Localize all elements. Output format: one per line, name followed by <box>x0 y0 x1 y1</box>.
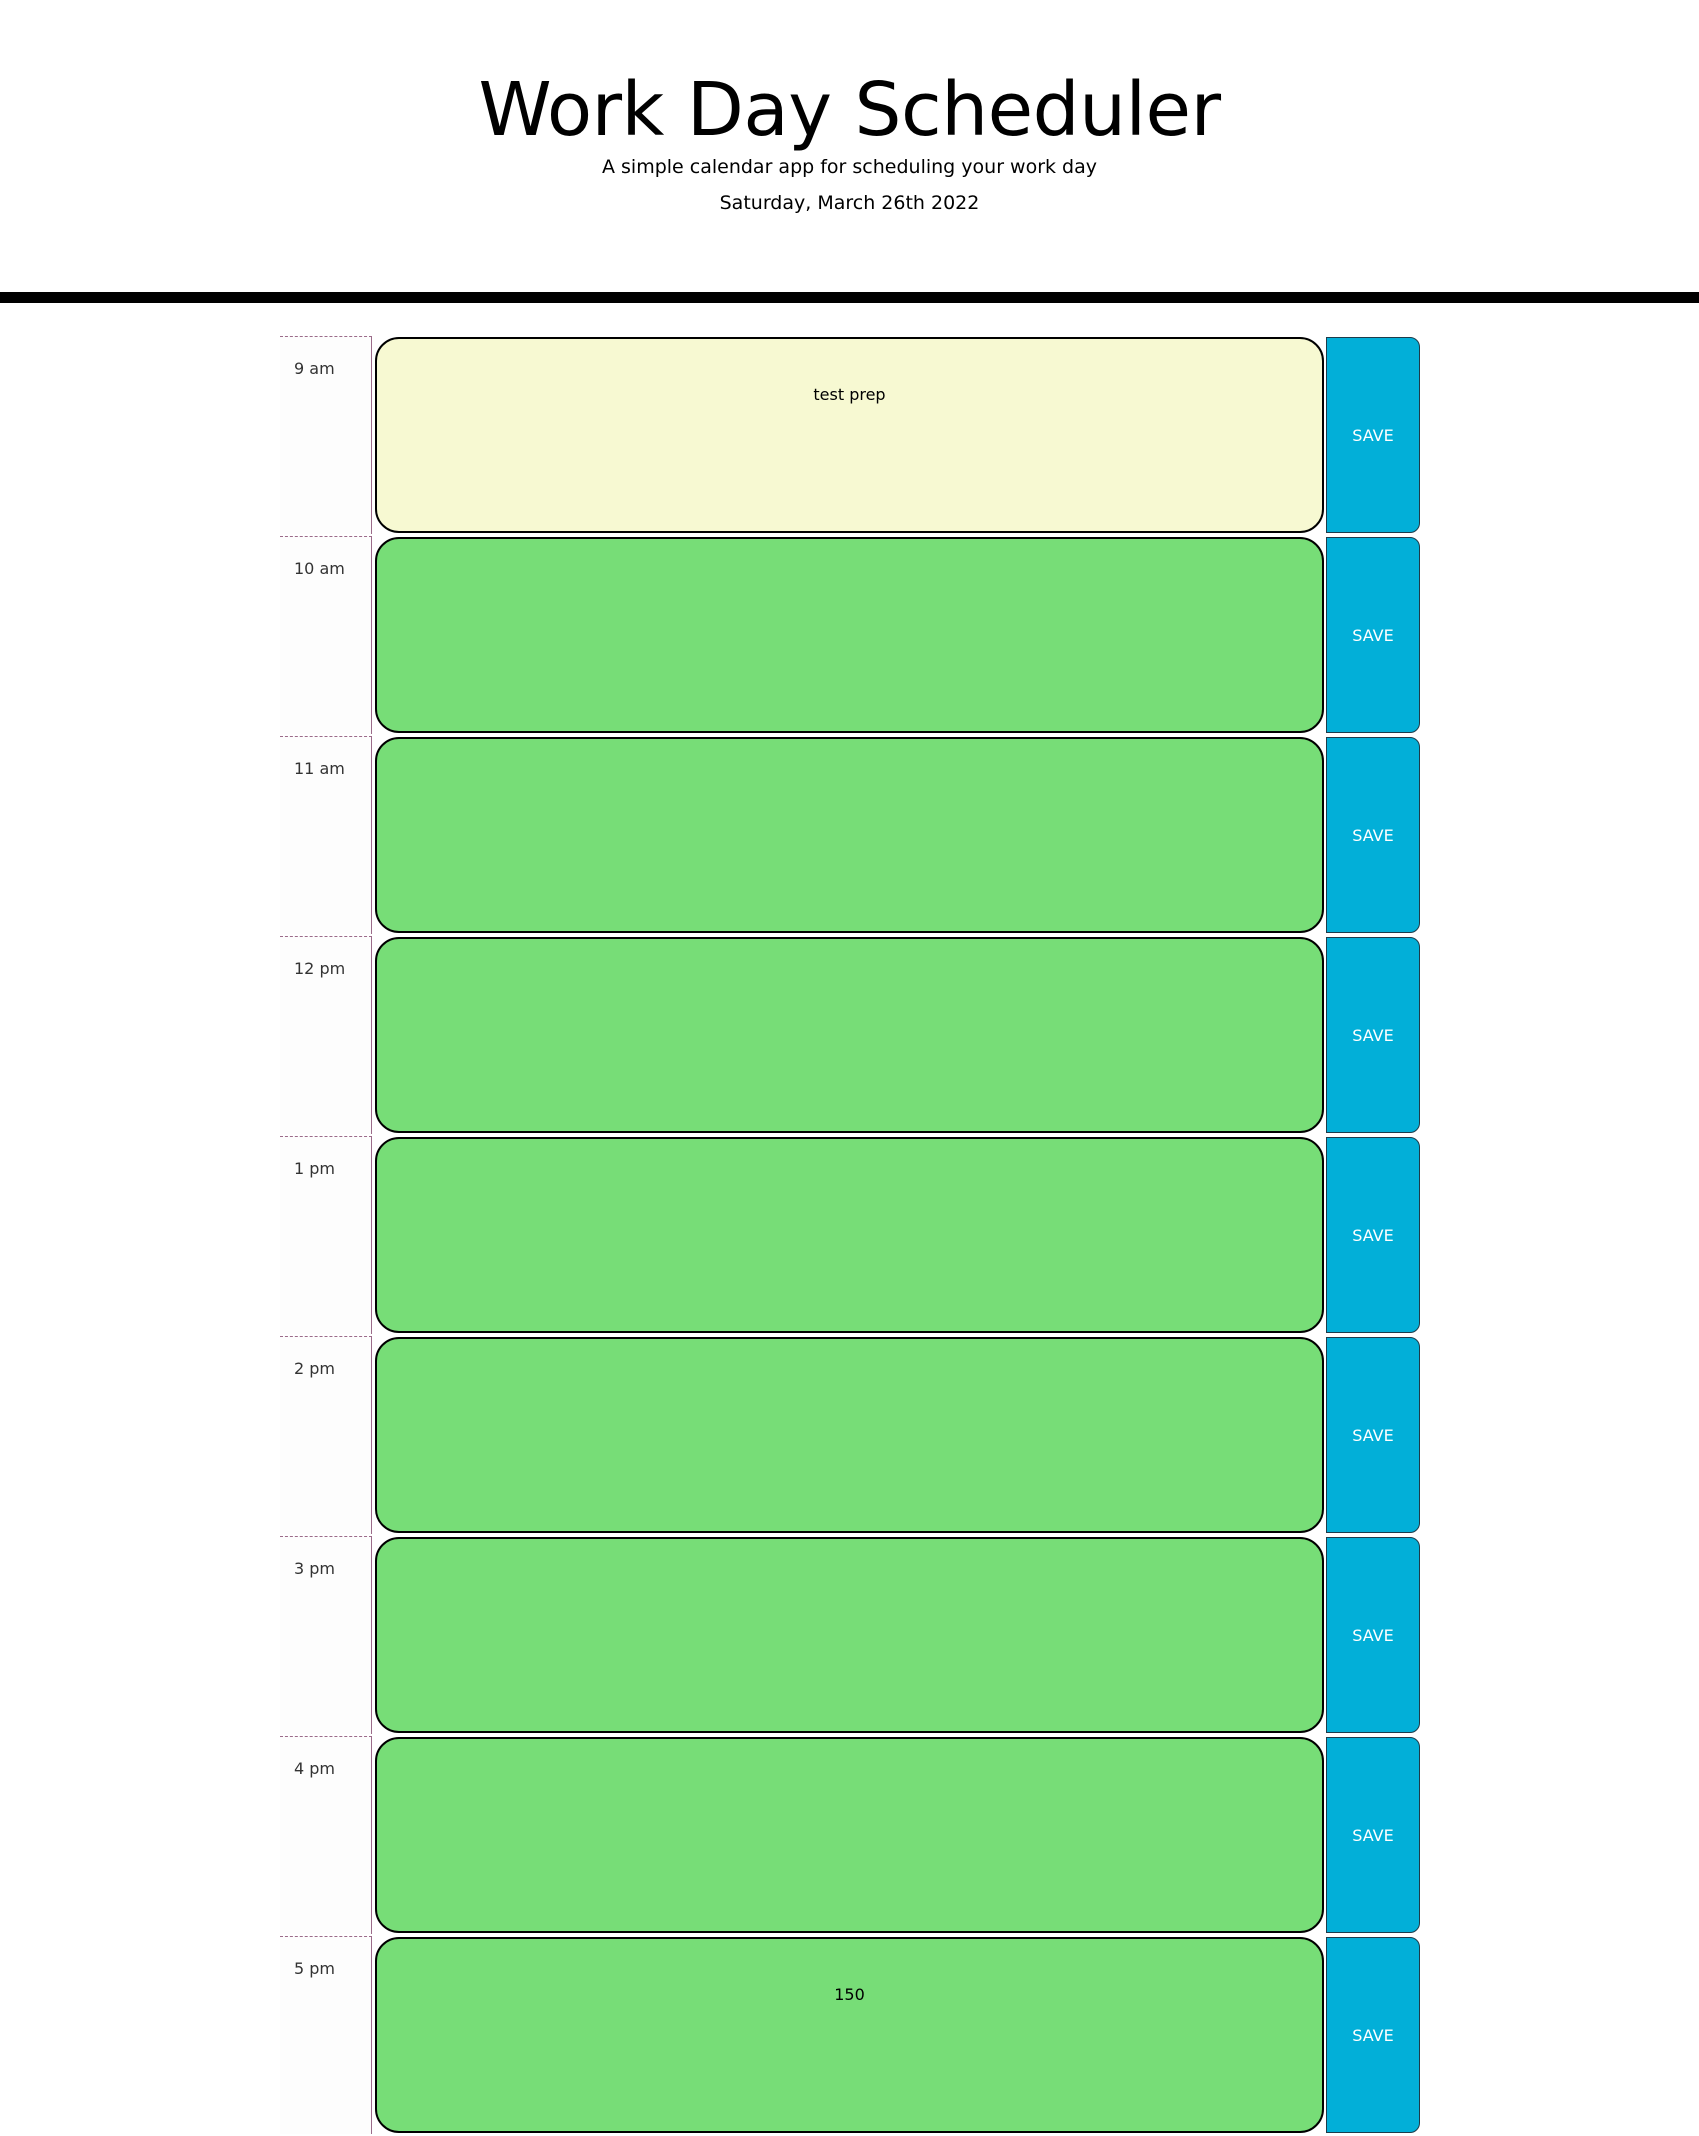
save-button[interactable]: SAVE <box>1326 937 1420 1133</box>
hour-label: 12 pm <box>280 936 372 1134</box>
time-block-row: 5 pm 150 SAVE <box>280 1936 1420 2136</box>
hour-label: 4 pm <box>280 1736 372 1934</box>
hour-label: 9 am <box>280 336 372 534</box>
time-block-row: 4 pm SAVE <box>280 1736 1420 1936</box>
hour-text: 3 pm <box>294 1559 336 1578</box>
hour-text: 2 pm <box>294 1359 336 1378</box>
description-textarea[interactable] <box>375 537 1324 733</box>
hour-label: 5 pm <box>280 1936 372 2134</box>
hour-label: 1 pm <box>280 1136 372 1334</box>
save-button[interactable]: SAVE <box>1326 1937 1420 2133</box>
description-textarea[interactable] <box>375 1137 1324 1333</box>
save-button[interactable]: SAVE <box>1326 537 1420 733</box>
hour-text: 1 pm <box>294 1159 336 1178</box>
time-block-row: 12 pm SAVE <box>280 936 1420 1136</box>
hour-text: 4 pm <box>294 1759 336 1778</box>
time-block-row: 10 am SAVE <box>280 536 1420 736</box>
header-divider <box>0 292 1699 303</box>
hour-text: 10 am <box>294 559 345 578</box>
save-button[interactable]: SAVE <box>1326 337 1420 533</box>
time-block-row: 11 am SAVE <box>280 736 1420 936</box>
time-block-row: 9 am test prep SAVE <box>280 336 1420 536</box>
hour-text: 11 am <box>294 759 345 778</box>
save-button[interactable]: SAVE <box>1326 1337 1420 1533</box>
save-button[interactable]: SAVE <box>1326 1137 1420 1333</box>
jumbotron-header: Work Day Scheduler A simple calendar app… <box>0 0 1699 292</box>
hour-label: 3 pm <box>280 1536 372 1734</box>
hour-text: 5 pm <box>294 1959 336 1978</box>
description-textarea[interactable] <box>375 937 1324 1133</box>
page-title: Work Day Scheduler <box>478 67 1221 153</box>
time-block-row: 1 pm SAVE <box>280 1136 1420 1336</box>
time-block-row: 3 pm SAVE <box>280 1536 1420 1736</box>
description-textarea[interactable] <box>375 1737 1324 1933</box>
description-textarea[interactable] <box>375 1537 1324 1733</box>
description-textarea[interactable]: test prep <box>375 337 1324 533</box>
save-button[interactable]: SAVE <box>1326 737 1420 933</box>
hour-text: 12 pm <box>294 959 346 978</box>
hour-label: 10 am <box>280 536 372 734</box>
save-button[interactable]: SAVE <box>1326 1537 1420 1733</box>
page-subtitle: A simple calendar app for scheduling you… <box>601 156 1098 178</box>
description-textarea[interactable] <box>375 737 1324 933</box>
description-textarea[interactable]: 150 <box>375 1937 1324 2133</box>
time-block-row: 2 pm SAVE <box>280 1336 1420 1536</box>
hour-text: 9 am <box>294 359 335 378</box>
description-textarea[interactable] <box>375 1337 1324 1533</box>
hour-label: 2 pm <box>280 1336 372 1534</box>
hour-label: 11 am <box>280 736 372 934</box>
time-block-container: 9 am test prep SAVE 10 am SAVE 11 am SAV… <box>280 336 1420 2136</box>
current-day: Saturday, March 26th 2022 <box>719 192 980 214</box>
save-button[interactable]: SAVE <box>1326 1737 1420 1933</box>
